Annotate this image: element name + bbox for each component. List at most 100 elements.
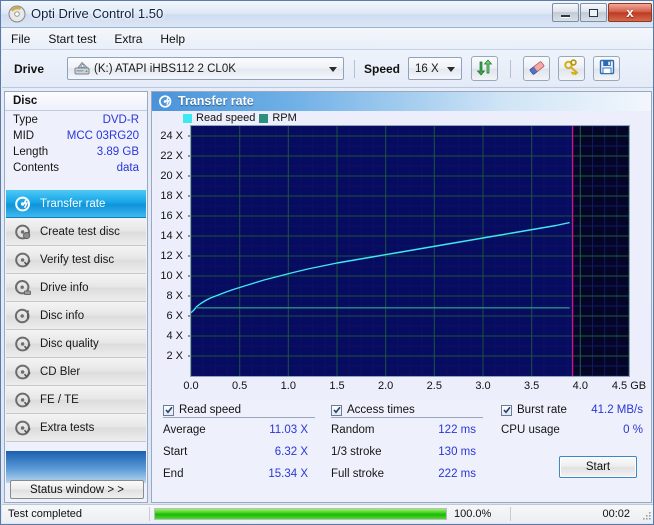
- drive-select-value: (K:) ATAPI iHBS112 2 CL0K: [94, 62, 236, 75]
- app-disc-icon: [8, 5, 26, 23]
- sidebar-label-verify-test-disc: Verify test disc: [40, 253, 115, 266]
- disc-section-title: Disc: [13, 95, 38, 107]
- read-speed-checkbox[interactable]: [163, 404, 174, 416]
- disc-transfer-icon: [158, 94, 173, 109]
- results-panel: Read speed Average 11.03 X Start 6.32 X …: [153, 400, 651, 502]
- chart-legend: Read speed RPM: [183, 112, 297, 124]
- drive-select[interactable]: (K:) ATAPI iHBS112 2 CL0K: [67, 57, 344, 80]
- legend-swatch-read-speed: [183, 113, 192, 123]
- sidebar-label-cd-bler: CD Bler: [40, 365, 81, 378]
- disc-create-icon: [14, 223, 32, 241]
- sidebar-label-transfer-rate: Transfer rate: [40, 197, 106, 210]
- chart-xtick-label: 1.5: [329, 380, 345, 392]
- sidebar-label-drive-info: Drive info: [40, 281, 89, 294]
- chart-xtick-label: 1.0: [280, 380, 296, 392]
- sidebar-nav: Transfer rate Create test disc Verify te…: [6, 190, 146, 442]
- chart-ytick-label: 20 X: [160, 170, 183, 182]
- sidebar-item-transfer-rate[interactable]: Transfer rate: [6, 190, 146, 218]
- result-row-third-stroke: 1/3 stroke 130 ms: [331, 442, 483, 464]
- optical-drive-icon: [74, 61, 90, 76]
- access-times-checkbox[interactable]: [331, 404, 342, 416]
- sidebar-label-disc-quality: Disc quality: [40, 337, 99, 350]
- close-icon: x: [626, 5, 634, 20]
- average-label: Average: [163, 424, 206, 436]
- drive-label: Drive: [14, 62, 45, 76]
- toolbar-divider-1: [354, 60, 355, 78]
- result-row-start: Start 6.32 X: [163, 442, 315, 464]
- chart-ytick-label: 24 X: [160, 130, 183, 142]
- save-button[interactable]: [593, 56, 620, 81]
- disc-mid-label: MID: [13, 130, 35, 142]
- window-title: Opti Drive Control 1.50: [31, 6, 164, 21]
- disc-section-header: Disc: [5, 92, 147, 111]
- progress-percent: 100.0%: [454, 508, 492, 520]
- result-row-end: End 15.34 X: [163, 464, 315, 486]
- disc-type-label: Type: [13, 114, 38, 126]
- menu-item-help[interactable]: Help: [151, 30, 194, 48]
- sidebar-item-disc-quality[interactable]: Disc quality: [6, 330, 146, 358]
- burst-rate-value: 41.2 MB/s: [591, 404, 643, 416]
- disc-fete-icon: [14, 391, 32, 409]
- sidebar-label-fe-te: FE / TE: [40, 393, 79, 406]
- resize-grip-icon[interactable]: [642, 511, 652, 521]
- sidebar-item-fe-te[interactable]: FE / TE: [6, 386, 146, 414]
- status-message: Test completed: [8, 508, 82, 520]
- results-burst: Burst rate 41.2 MB/s CPU usage 0 % Start: [501, 400, 643, 478]
- sidebar-item-verify-test-disc[interactable]: Verify test disc: [6, 246, 146, 274]
- menu-item-file[interactable]: File: [2, 30, 39, 48]
- close-button[interactable]: x: [608, 3, 652, 22]
- chart-ytick-label: 6 X: [166, 310, 183, 322]
- speed-select[interactable]: 16 X: [408, 57, 462, 80]
- chevron-down-icon: [329, 67, 337, 72]
- sidebar-item-create-test-disc[interactable]: Create test disc: [6, 218, 146, 246]
- toolbar-divider-2: [510, 60, 511, 78]
- panel-header: Transfer rate: [152, 92, 651, 111]
- results-access-times: Access times Random 122 ms 1/3 stroke 13…: [331, 400, 483, 486]
- chart-xtick-label: 2.5: [426, 380, 442, 392]
- disc-keys-icon: [563, 58, 581, 79]
- sidebar-filler: [6, 451, 146, 483]
- burst-rate-checkbox[interactable]: [501, 404, 512, 416]
- menu-item-start-test[interactable]: Start test: [39, 30, 105, 48]
- result-row-cpu-usage: CPU usage 0 %: [501, 420, 643, 442]
- read-speed-title: Read speed: [179, 404, 242, 416]
- chart-xtick-label: 4.0: [572, 380, 588, 392]
- sidebar-item-cd-bler[interactable]: CD Bler: [6, 358, 146, 386]
- sidebar-item-extra-tests[interactable]: Extra tests: [6, 414, 146, 442]
- sidebar-item-disc-info[interactable]: Disc info: [6, 302, 146, 330]
- minimize-button[interactable]: [552, 3, 579, 22]
- disc-type-value: DVD-R: [102, 114, 139, 126]
- start-button-label: Start: [585, 461, 611, 473]
- maximize-button[interactable]: [580, 3, 607, 22]
- status-bar: Test completed 100.0% 00:02: [2, 504, 653, 523]
- disc-verify-icon: [14, 251, 32, 269]
- title-bar: Opti Drive Control 1.50 x: [1, 1, 653, 28]
- disc-drive-icon: [14, 279, 32, 297]
- sidebar-item-drive-info[interactable]: Drive info: [6, 274, 146, 302]
- menu-item-extra[interactable]: Extra: [105, 30, 151, 48]
- start-button[interactable]: Start: [559, 456, 637, 478]
- chart-ytick-label: 2 X: [166, 350, 183, 362]
- legend-label-read-speed: Read speed: [196, 112, 256, 124]
- save-floppy-icon: [599, 59, 615, 78]
- disc-mid-value: MCC 03RG20: [66, 130, 139, 142]
- menu-bar: File Start test Extra Help: [2, 28, 653, 50]
- window-controls: x: [552, 3, 652, 23]
- erase-disc-icon: [528, 59, 546, 79]
- result-row-full-stroke: Full stroke 222 ms: [331, 464, 483, 486]
- disc-contents-value: data: [116, 162, 139, 174]
- erase-disc-button[interactable]: [523, 56, 550, 81]
- status-window-button[interactable]: Status window > >: [10, 480, 144, 499]
- disc-info-icon: [14, 307, 32, 325]
- refresh-button[interactable]: [471, 56, 498, 81]
- end-value: 15.34 X: [268, 468, 308, 480]
- status-window-button-label: Status window > >: [30, 483, 124, 496]
- panel-title: Transfer rate: [178, 94, 254, 108]
- third-stroke-value: 130 ms: [438, 446, 476, 458]
- chart-x-axis: 0.0 0.5 1.0 1.5 2.0 2.5 3.0 3.5 4.0 4.5 GB: [183, 378, 646, 398]
- third-stroke-label: 1/3 stroke: [331, 446, 382, 458]
- disc-keys-button[interactable]: [558, 56, 585, 81]
- disc-row-type: Type DVD-R: [5, 114, 147, 130]
- disc-length-value: 3.89 GB: [96, 146, 139, 158]
- chart-xtick-label: 2.0: [378, 380, 394, 392]
